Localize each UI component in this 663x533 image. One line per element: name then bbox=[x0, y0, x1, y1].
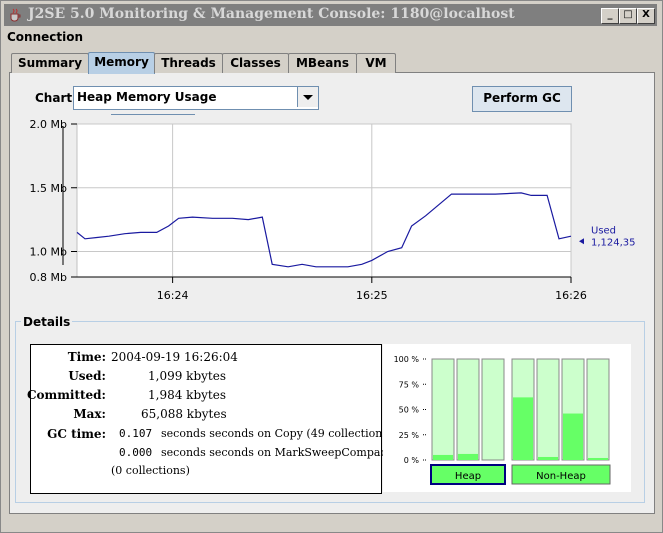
y-tick-label: 2.0 Mb bbox=[30, 119, 67, 131]
plot-area bbox=[76, 123, 572, 278]
nonheap-bar-fill bbox=[588, 457, 608, 460]
minimize-button[interactable]: _ bbox=[601, 8, 619, 24]
tab-classes[interactable]: Classes bbox=[222, 53, 289, 73]
detail-label: GC time: bbox=[47, 427, 106, 441]
legend-series-value: 1,124,352 bbox=[591, 237, 635, 248]
detail-row-used: Used: 1,099 kbytes bbox=[31, 369, 381, 387]
detail-value: 65,088 kbytes bbox=[141, 407, 227, 421]
x-tick-label: 16:24 bbox=[157, 289, 189, 302]
x-tick-label: 16:26 bbox=[555, 289, 587, 302]
detail-label: Used: bbox=[68, 369, 106, 383]
perform-gc-button[interactable]: Perform GC bbox=[472, 86, 572, 112]
nonheap-bar-fill bbox=[563, 413, 583, 460]
heap-bar-bg bbox=[481, 358, 505, 461]
title-bar[interactable]: J2SE 5.0 Monitoring & Management Console… bbox=[4, 4, 657, 26]
tab-vm[interactable]: VM bbox=[356, 53, 396, 73]
pool-y-tick-label: 0 % bbox=[404, 456, 420, 465]
chart-select-value: Heap Memory Usage bbox=[77, 90, 217, 104]
tab-mbeans[interactable]: MBeans bbox=[288, 53, 357, 73]
detail-row-max: Max: 65,088 kbytes bbox=[31, 407, 381, 425]
y-tick-label: 1.5 Mb bbox=[30, 182, 67, 195]
chart-select[interactable]: Heap Memory Usage bbox=[73, 86, 319, 110]
y-tick-label: 1.0 Mb bbox=[30, 246, 67, 259]
heap-bar-fill bbox=[433, 454, 453, 460]
y-tick-label: 0.8 Mb bbox=[30, 271, 67, 284]
detail-label: Committed: bbox=[26, 388, 106, 402]
nonheap-bar-bg bbox=[586, 358, 610, 461]
heap-bar-bg bbox=[456, 358, 480, 461]
legend-series-name: Used bbox=[591, 225, 616, 236]
gc-marksweep-count: (0 collections) bbox=[111, 464, 190, 477]
menu-bar: Connection bbox=[7, 30, 83, 48]
heap-bar-fill bbox=[458, 453, 478, 460]
pool-y-tick-label: 25 % bbox=[399, 431, 420, 440]
nonheap-bar-fill bbox=[513, 397, 533, 460]
gc-copy-text: seconds seconds on Copy (49 collections) bbox=[161, 427, 393, 440]
detail-row-time: Time: 2004-09-19 16:26:04 bbox=[31, 350, 381, 368]
chart-label: Chart: bbox=[35, 91, 77, 105]
detail-value: 2004-09-19 16:26:04 bbox=[111, 350, 238, 364]
x-tick-label: 16:25 bbox=[356, 289, 388, 302]
pool-y-tick-label: 100 % bbox=[394, 355, 420, 364]
heap-memory-chart: 2.0 Mb 1.5 Mb 1.0 Mb 0.8 Mb 16:24 16:25 16:26 U… bbox=[30, 119, 635, 302]
pool-y-tick-label: 50 % bbox=[399, 406, 420, 415]
details-panel: Time: 2004-09-19 16:26:04 Used: 1,099 kb… bbox=[27, 344, 392, 494]
nonheap-bar-fill bbox=[538, 456, 558, 460]
gc-marksweep-text: seconds seconds on MarkSweepCompact bbox=[161, 446, 392, 459]
nonheap-bar-bg bbox=[536, 358, 560, 461]
main-window: J2SE 5.0 Monitoring & Management Console… bbox=[0, 0, 663, 533]
combo-focus-underline bbox=[111, 114, 195, 115]
java-cup-icon bbox=[10, 8, 21, 22]
window-title: J2SE 5.0 Monitoring & Management Console… bbox=[28, 6, 515, 22]
chevron-down-icon[interactable] bbox=[297, 87, 318, 107]
heap-pool-label: Heap bbox=[455, 471, 481, 482]
heap-bar-bg bbox=[431, 358, 455, 461]
detail-row-gc3: (0 collections) bbox=[31, 464, 381, 482]
detail-label: Time: bbox=[67, 350, 106, 364]
gc-marksweep-time: 0.000 bbox=[119, 446, 153, 459]
detail-row-committed: Committed: 1,984 kbytes bbox=[27, 388, 381, 406]
tab-summary[interactable]: Summary bbox=[11, 53, 89, 73]
memory-pool-bars: 100 % 75 % 50 % 25 % 0 % Heap Non-Heap bbox=[383, 344, 631, 492]
tab-threads[interactable]: Threads bbox=[154, 53, 223, 73]
nonheap-pool-label: Non-Heap bbox=[536, 471, 586, 482]
maximize-button[interactable]: □ bbox=[619, 8, 637, 24]
detail-row-gc: GC time: 0.107 seconds seconds on Copy (… bbox=[31, 427, 392, 445]
pool-y-tick-label: 75 % bbox=[399, 380, 420, 389]
detail-value: 1,099 kbytes bbox=[148, 369, 226, 383]
details-title: Details bbox=[21, 315, 73, 329]
tab-memory[interactable]: Memory bbox=[88, 52, 155, 74]
current-value-marker bbox=[579, 238, 584, 245]
detail-value: 1,984 kbytes bbox=[148, 388, 226, 402]
menu-connection[interactable]: Connection bbox=[7, 30, 83, 44]
detail-row-gc2: 0.000 seconds seconds on MarkSweepCompac… bbox=[31, 446, 391, 464]
detail-label: Max: bbox=[73, 407, 106, 421]
close-button[interactable]: X bbox=[637, 8, 655, 24]
gc-copy-time: 0.107 bbox=[119, 427, 153, 440]
